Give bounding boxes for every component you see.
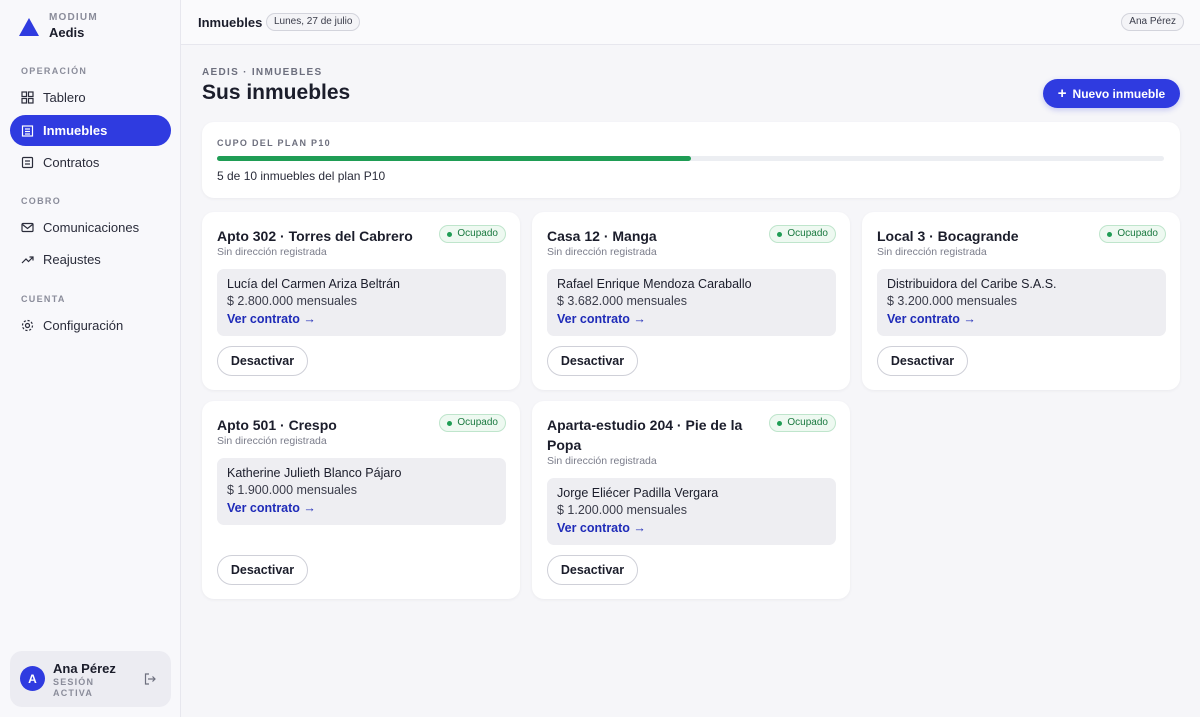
tenant-box: Lucía del Carmen Ariza Beltrán $ 2.800.0… xyxy=(217,269,506,336)
user-card: A Ana Pérez SESIÓN ACTIVA xyxy=(10,651,171,707)
deactivate-button[interactable]: Desactivar xyxy=(217,555,308,585)
property-title: Aparta-estudio 204 · Pie de la Popa xyxy=(547,417,743,453)
brand[interactable]: MODIUM Aedis xyxy=(18,12,98,40)
tenant-name: Jorge Eliécer Padilla Vergara xyxy=(557,486,719,500)
tenant-box: Katherine Julieth Blanco Pájaro $ 1.900.… xyxy=(217,458,506,525)
plan-label: CUPO DEL PLAN P10 xyxy=(217,138,331,148)
status-badge: Ocupado xyxy=(439,414,506,432)
top-bar: Inmuebles Lunes, 27 de julio Ana Pérez xyxy=(181,0,1200,45)
tenant-name: Lucía del Carmen Ariza Beltrán xyxy=(227,277,401,291)
logo-icon xyxy=(19,18,39,36)
plan-progress-fill xyxy=(217,156,691,161)
deactivate-button[interactable]: Desactivar xyxy=(217,346,308,376)
status-badge: Ocupado xyxy=(769,225,836,243)
property-address: Sin dirección registrada xyxy=(547,246,657,258)
property-card: Casa 12 · Manga Ocupado Sin dirección re… xyxy=(532,212,850,390)
document-icon xyxy=(21,156,34,169)
property-card: Apto 501 · Crespo Ocupado Sin dirección … xyxy=(202,401,520,599)
date-badge: Lunes, 27 de julio xyxy=(266,13,361,31)
property-card: Apto 302 · Torres del Cabrero Ocupado Si… xyxy=(202,212,520,390)
property-card: Aparta-estudio 204 · Pie de la Popa Ocup… xyxy=(532,401,850,599)
tenant-rent: $ 2.800.000 mensuales xyxy=(227,294,357,308)
property-card: Local 3 · Bocagrande Ocupado Sin direcci… xyxy=(862,212,1180,390)
breadcrumb: AEDIS · INMUEBLES xyxy=(202,67,323,78)
view-contract-link[interactable]: Ver contrato → xyxy=(227,501,316,515)
sidebar-item-reajustes[interactable]: Reajustes xyxy=(10,244,171,275)
sidebar-item-comunicaciones[interactable]: Comunicaciones xyxy=(10,212,171,243)
mail-icon xyxy=(21,221,34,234)
sidebar-item-configuracion[interactable]: Configuración xyxy=(10,310,171,341)
section-label-operacion: OPERACIÓN xyxy=(21,66,88,76)
section-label-cobro: COBRO xyxy=(21,196,61,206)
tenant-name: Katherine Julieth Blanco Pájaro xyxy=(227,466,402,480)
property-address: Sin dirección registrada xyxy=(217,435,327,447)
sidebar-item-contratos[interactable]: Contratos xyxy=(10,147,171,178)
session-status: SESIÓN ACTIVA xyxy=(53,677,95,698)
user-badge[interactable]: Ana Pérez xyxy=(1121,13,1184,31)
plan-progress-bar xyxy=(217,156,1164,161)
sidebar-item-label: Reajustes xyxy=(43,252,101,267)
tenant-rent: $ 1.900.000 mensuales xyxy=(227,483,357,497)
status-badge: Ocupado xyxy=(439,225,506,243)
property-title: Apto 302 · Torres del Cabrero xyxy=(217,228,413,244)
deactivate-button[interactable]: Desactivar xyxy=(547,555,638,585)
plus-icon: + xyxy=(1057,85,1067,102)
plan-usage-text: 5 de 10 inmuebles del plan P10 xyxy=(217,169,386,183)
brand-name: Aedis xyxy=(49,25,85,40)
view-contract-link[interactable]: Ver contrato → xyxy=(557,521,646,535)
sidebar-item-tablero[interactable]: Tablero xyxy=(10,82,171,113)
property-title: Casa 12 · Manga xyxy=(547,228,657,244)
building-icon xyxy=(21,124,34,137)
property-title: Apto 501 · Crespo xyxy=(217,417,337,433)
property-address: Sin dirección registrada xyxy=(877,246,987,258)
tenant-box: Jorge Eliécer Padilla Vergara $ 1.200.00… xyxy=(547,478,836,545)
section-label-cuenta: CUENTA xyxy=(21,294,66,304)
tenant-name: Rafael Enrique Mendoza Caraballo xyxy=(557,277,752,291)
tenant-box: Distribuidora del Caribe S.A.S. $ 3.200.… xyxy=(877,269,1166,336)
status-badge: Ocupado xyxy=(769,414,836,432)
logout-icon[interactable] xyxy=(143,672,157,686)
plan-quota-card: CUPO DEL PLAN P10 5 de 10 inmuebles del … xyxy=(202,122,1180,198)
brand-subtitle: MODIUM xyxy=(49,12,98,23)
new-property-button[interactable]: + Nuevo inmueble xyxy=(1043,79,1180,108)
property-address: Sin dirección registrada xyxy=(547,455,657,467)
property-title: Local 3 · Bocagrande xyxy=(877,228,1019,244)
sidebar-item-label: Configuración xyxy=(43,318,124,333)
view-contract-link[interactable]: Ver contrato → xyxy=(227,312,316,326)
tenant-rent: $ 1.200.000 mensuales xyxy=(557,503,687,517)
deactivate-button[interactable]: Desactivar xyxy=(547,346,638,376)
new-property-label: Nuevo inmueble xyxy=(1072,86,1166,101)
tenant-rent: $ 3.682.000 mensuales xyxy=(557,294,687,308)
tenant-rent: $ 3.200.000 mensuales xyxy=(887,294,1017,308)
top-bar-title: Inmuebles xyxy=(198,15,263,30)
sidebar-item-inmuebles[interactable]: Inmuebles xyxy=(10,115,171,146)
user-name: Ana Pérez xyxy=(53,661,116,676)
sidebar-item-label: Contratos xyxy=(43,155,100,170)
sidebar-item-label: Inmuebles xyxy=(43,123,108,138)
view-contract-link[interactable]: Ver contrato → xyxy=(557,312,646,326)
sidebar: MODIUM Aedis OPERACIÓN Tablero Inmuebles… xyxy=(0,0,181,717)
trend-up-icon xyxy=(21,253,34,266)
sidebar-item-label: Comunicaciones xyxy=(43,220,140,235)
property-address: Sin dirección registrada xyxy=(217,246,327,258)
tenant-name: Distribuidora del Caribe S.A.S. xyxy=(887,277,1057,291)
page-title: Sus inmuebles xyxy=(202,81,351,104)
gear-icon xyxy=(21,319,34,332)
sidebar-item-label: Tablero xyxy=(43,90,86,105)
tenant-box: Rafael Enrique Mendoza Caraballo $ 3.682… xyxy=(547,269,836,336)
status-badge: Ocupado xyxy=(1099,225,1166,243)
avatar: A xyxy=(20,666,45,691)
deactivate-button[interactable]: Desactivar xyxy=(877,346,968,376)
grid-icon xyxy=(21,91,34,104)
view-contract-link[interactable]: Ver contrato → xyxy=(887,312,976,326)
